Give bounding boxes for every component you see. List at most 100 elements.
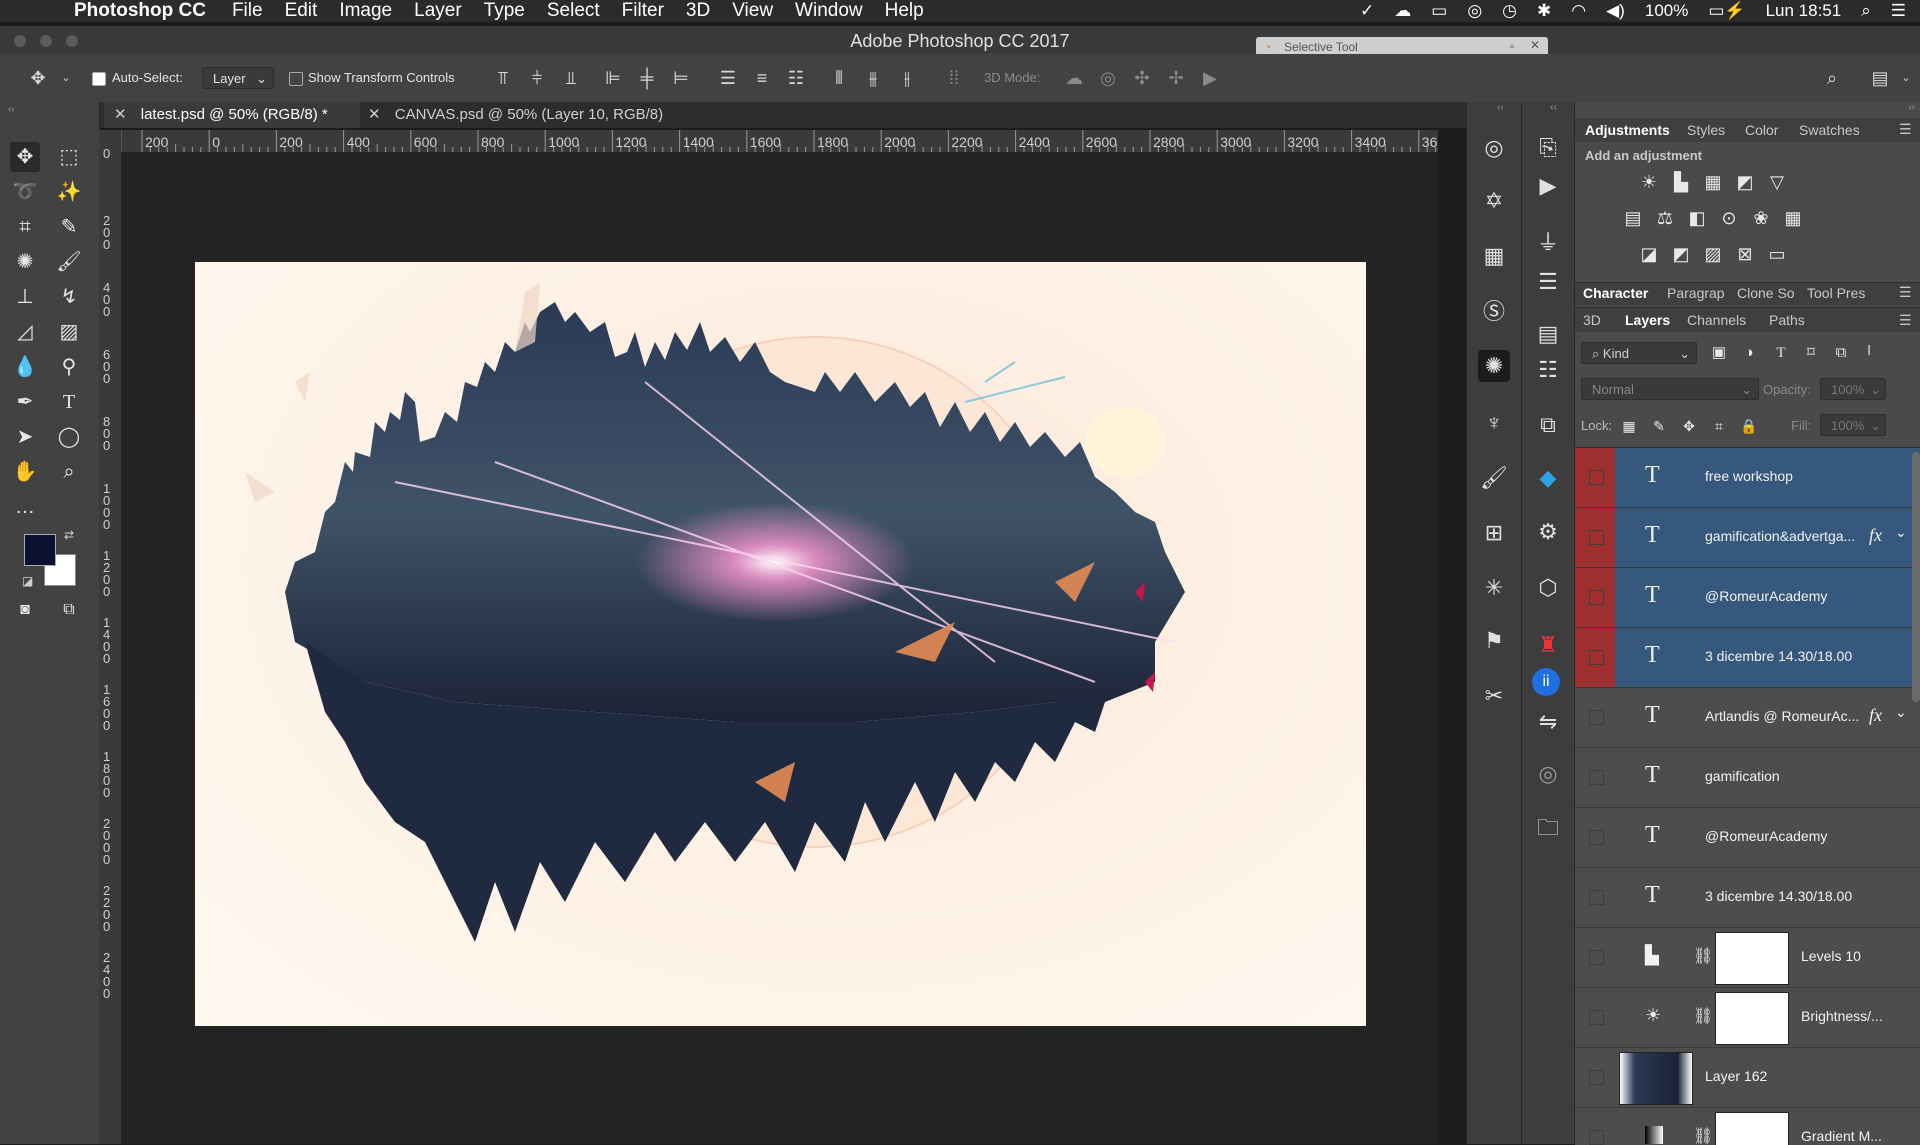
clock[interactable]: Lun 18:51	[1766, 1, 1842, 21]
brightness-adjust-icon[interactable]: ☀	[1637, 170, 1661, 194]
layers-scrollbar[interactable]	[1912, 452, 1920, 702]
menu-3d[interactable]: 3D	[686, 0, 710, 22]
settings-icon[interactable]: ⚙	[1532, 516, 1564, 548]
creative-cloud-icon[interactable]: ◎	[1467, 1, 1482, 21]
tab-paragraph[interactable]: Paragrap	[1667, 285, 1725, 301]
sparkle-icon[interactable]: ✳	[1478, 572, 1510, 604]
color-balance-icon[interactable]: ⚖	[1653, 206, 1677, 230]
visibility-toggle[interactable]	[1575, 508, 1615, 567]
gradient-map-icon[interactable]: ▭	[1765, 242, 1789, 266]
actions-play-icon[interactable]: ▶	[1532, 170, 1564, 202]
selective-color-icon[interactable]: ⊠	[1733, 242, 1757, 266]
menu-image[interactable]: Image	[339, 0, 392, 22]
visibility-toggle[interactable]	[1575, 688, 1615, 747]
visibility-toggle[interactable]	[1575, 628, 1615, 687]
layer-thumbnail[interactable]	[1619, 1052, 1693, 1105]
distribute-hcenter-icon[interactable]: ⫵	[863, 68, 883, 88]
tab-channels[interactable]: Channels	[1687, 312, 1746, 328]
curves-adjust-icon[interactable]: ▦	[1701, 170, 1725, 194]
chevron-down-icon[interactable]: ⌄	[1896, 68, 1916, 88]
eraser-tool-icon[interactable]: ◿	[10, 317, 40, 347]
magic-wand-tool-icon[interactable]: ✨	[54, 177, 84, 207]
layer-row[interactable]: T 3 dicembre 14.30/18.00	[1575, 868, 1920, 928]
layer-row[interactable]: ▙ ⛓ Levels 10	[1575, 928, 1920, 988]
checkmark-icon[interactable]: ✓	[1360, 1, 1374, 21]
color-lookup-icon[interactable]: ▦	[1781, 206, 1805, 230]
zoom-tool-icon[interactable]: ⌕	[54, 457, 84, 487]
auto-select-checkbox[interactable]	[92, 70, 106, 86]
bluetooth-icon[interactable]: ✱	[1537, 1, 1551, 21]
foreground-color-swatch[interactable]	[24, 534, 56, 566]
link-icon[interactable]: ⛓	[1693, 946, 1713, 966]
align-left-icon[interactable]: ⊫	[603, 68, 623, 88]
link-icon[interactable]: ⛓	[1693, 1126, 1713, 1145]
document-canvas[interactable]	[195, 262, 1366, 1026]
tab-canvas[interactable]: ✕ CANVAS.psd @ 50% (Layer 10, RGB/8)	[360, 102, 688, 128]
layer-mask-thumbnail[interactable]	[1715, 1112, 1789, 1145]
history-icon[interactable]: ⎘	[1532, 132, 1564, 164]
distribute-vcenter-icon[interactable]: ≡	[752, 68, 772, 88]
history-brush-tool-icon[interactable]: ↯	[54, 282, 84, 312]
horizontal-ruler[interactable]: 200 0 200 400 600 800 1000 1200 1400 1600 1800 2000…	[128, 130, 1438, 153]
3d-orbit-icon[interactable]: ☁	[1064, 68, 1084, 88]
close-icon[interactable]: ✕	[114, 106, 127, 123]
menu-help[interactable]: Help	[885, 0, 924, 22]
grid-icon[interactable]: ▦	[1478, 240, 1510, 272]
layer-row[interactable]: T 3 dicembre 14.30/18.00	[1575, 628, 1920, 688]
visibility-toggle[interactable]	[1575, 808, 1615, 867]
layer-row[interactable]: T gamification&advertga... fx ⌄	[1575, 508, 1920, 568]
chevron-down-icon[interactable]: ⌄	[1895, 524, 1907, 541]
distribute-right-icon[interactable]: ⫲	[897, 68, 917, 88]
hand-tool-icon[interactable]: ✋	[10, 457, 40, 487]
dodge-tool-icon[interactable]: ⚲	[54, 352, 84, 382]
tab-tool-presets[interactable]: Tool Pres	[1807, 285, 1865, 301]
fx-icon[interactable]: fx	[1869, 705, 1882, 726]
battery-icon[interactable]: ▭⚡	[1708, 1, 1745, 21]
levels-adjust-icon[interactable]: ▙	[1669, 170, 1693, 194]
3d-scale-icon[interactable]: ▶	[1200, 68, 1220, 88]
3d-slide-icon[interactable]: ✢	[1166, 68, 1186, 88]
move-tool-icon[interactable]: ✥	[10, 142, 40, 172]
fx-icon[interactable]: fx	[1869, 525, 1882, 546]
eyedropper-tool-icon[interactable]: ✎	[54, 212, 84, 242]
menu-select[interactable]: Select	[547, 0, 600, 22]
layer-row[interactable]: T @RomeurAcademy	[1575, 568, 1920, 628]
show-transform-checkbox[interactable]	[289, 70, 303, 86]
cloud-icon[interactable]: ☁	[1394, 1, 1411, 21]
marquee-tool-icon[interactable]: ⬚	[54, 142, 84, 172]
stamp-tool-icon[interactable]: ⊥	[10, 282, 40, 312]
tools-icon[interactable]: ✂	[1478, 680, 1510, 712]
notes-icon[interactable]: ☷	[1532, 354, 1564, 386]
properties-icon[interactable]: ⧉	[1532, 409, 1564, 441]
threshold-icon[interactable]: ▨	[1701, 242, 1725, 266]
visibility-toggle[interactable]	[1575, 928, 1615, 987]
healing-tool-icon[interactable]: ✺	[10, 247, 40, 277]
puppet-icon[interactable]: ♆	[1478, 407, 1510, 439]
lock-transparent-icon[interactable]: ▦	[1617, 414, 1641, 438]
channel-mixer-icon[interactable]: ❀	[1749, 206, 1773, 230]
quick-mask-icon[interactable]: ◙	[10, 595, 40, 625]
exposure-adjust-icon[interactable]: ◩	[1733, 170, 1757, 194]
layer-mask-thumbnail[interactable]	[1715, 992, 1789, 1045]
creative-cloud-icon[interactable]: ◎	[1478, 132, 1510, 164]
chevron-down-icon[interactable]: ⌄	[1895, 704, 1907, 721]
sliders-icon[interactable]: ☰	[1532, 266, 1564, 298]
layer-row[interactable]: ☀ ⛓ Brightness/...	[1575, 988, 1920, 1048]
visibility-toggle[interactable]	[1575, 568, 1615, 627]
usb-icon[interactable]: ⏚	[1532, 227, 1564, 259]
crop-tool-icon[interactable]: ⌗	[10, 212, 40, 242]
posterize-icon[interactable]: ◩	[1669, 242, 1693, 266]
layer-row[interactable]: T gamification	[1575, 748, 1920, 808]
filter-type-icon[interactable]: T	[1769, 341, 1793, 365]
spiral-plugin-icon[interactable]: ✺	[1478, 350, 1510, 382]
visibility-toggle[interactable]	[1575, 1108, 1615, 1145]
invert-icon[interactable]: ◪	[1637, 242, 1661, 266]
link-icon[interactable]: ⛓	[1693, 1006, 1713, 1026]
layer-row[interactable]: Layer 162	[1575, 1048, 1920, 1108]
close-icon[interactable]: ✕	[1530, 38, 1540, 52]
tab-color[interactable]: Color	[1745, 122, 1778, 138]
screen-mode-icon[interactable]: ⧉	[54, 595, 84, 625]
swap-colors-icon[interactable]: ⇄	[64, 528, 74, 542]
photo-filter-icon[interactable]: ⊙	[1717, 206, 1741, 230]
type-tool-icon[interactable]: T	[54, 387, 84, 417]
